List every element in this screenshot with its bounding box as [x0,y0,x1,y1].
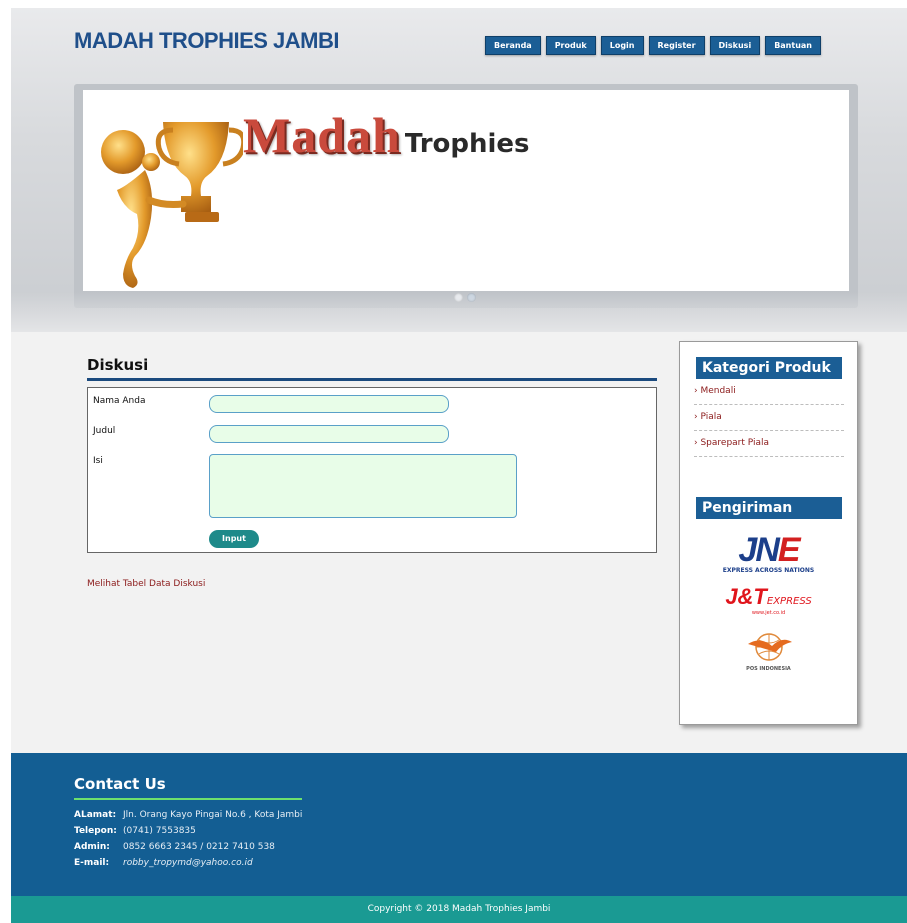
phone-key: Telepon: [74,826,117,836]
address-value: Jln. Orang Kayo Pingai No.6 , Kota Jambi [123,810,303,820]
pos-bird-icon [747,633,792,661]
contact-phone: Telepon: (0741) 7553835 [74,826,196,836]
slider-dot-2[interactable] [467,293,476,302]
nav-bantuan[interactable]: Bantuan [765,36,821,55]
jt-logo-sub: EXPRESS [766,596,812,607]
nav-login[interactable]: Login [600,36,644,55]
admin-key: Admin: [74,842,110,852]
jt-express-logo: J&TEXPRESS www.jet.co.id [680,584,857,616]
header: MADAH TROPHIES JAMBI Beranda Produk Logi… [11,8,907,332]
content-textarea[interactable] [209,454,517,518]
nav-beranda[interactable]: Beranda [485,36,541,55]
main-nav: Beranda Produk Login Register Diskusi Ba… [485,36,821,55]
contact-email: E-mail: robby_tropymd@yahoo.co.id [74,858,253,868]
title-label: Judul [93,426,116,436]
copyright-bar: Copyright © 2018 Madah Trophies Jambi [11,896,907,923]
email-key: E-mail: [74,858,110,868]
site-title[interactable]: MADAH TROPHIES JAMBI [74,28,340,54]
nav-produk[interactable]: Produk [545,36,596,55]
sidebar: Kategori Produk › Mendali › Piala › Spar… [679,341,858,725]
title-divider [87,378,657,381]
page: MADAH TROPHIES JAMBI Beranda Produk Logi… [11,8,907,923]
phone-value: (0741) 7553835 [123,826,196,836]
input-button[interactable]: Input [209,530,259,548]
jt-url: www.jet.co.id [751,610,786,616]
contact-admin: Admin: 0852 6663 2345 / 0212 7410 538 [74,842,275,852]
category-mendali[interactable]: › Mendali [694,379,844,405]
content-label: Isi [93,456,103,466]
jt-logo-text: J&T [725,584,767,609]
banner-slider-frame: Madah Trophies [74,84,858,308]
address-key: ALamat: [74,810,117,820]
trophy-icon [101,122,243,288]
banner-slider: Madah Trophies [83,90,849,291]
email-value[interactable]: robby_tropymd@yahoo.co.id [123,858,253,868]
shipping-heading: Pengiriman [696,497,842,519]
contact-divider [74,798,302,800]
page-title: Diskusi [87,356,149,374]
jne-logo-text: JN [738,531,779,569]
banner-brand-big: Madah [243,107,401,163]
discussion-form: Nama Anda Judul Isi Input [87,387,657,553]
banner-logo-text: Madah Trophies [243,106,530,164]
jne-logo-e: E [777,531,801,569]
category-piala[interactable]: › Piala [694,405,844,431]
name-label: Nama Anda [93,396,146,406]
contact-heading: Contact Us [74,775,166,793]
view-discussion-table-link[interactable]: Melihat Tabel Data Diskusi [87,579,657,589]
slider-dot-1[interactable] [454,293,463,302]
pos-indonesia-logo: POS INDONESIA [680,632,857,672]
nav-register[interactable]: Register [648,36,705,55]
title-input[interactable] [209,425,449,443]
main-content: Diskusi Nama Anda Judul Isi Input Meliha… [87,356,657,589]
pos-logo-text: POS INDONESIA [746,666,791,672]
footer: Contact Us ALamat: Jln. Orang Kayo Pingai… [11,753,907,896]
contact-address: ALamat: Jln. Orang Kayo Pingai No.6 , Kot… [74,810,302,820]
banner-brand-small: Trophies [404,129,530,159]
categories-heading: Kategori Produk [696,357,842,379]
name-input[interactable] [209,395,449,413]
slider-dots [454,293,476,302]
admin-value: 0852 6663 2345 / 0212 7410 538 [123,842,275,852]
nav-diskusi[interactable]: Diskusi [709,36,761,55]
jne-logo: JNE EXPRESS ACROSS NATIONS [680,533,857,574]
category-sparepart-piala[interactable]: › Sparepart Piala [694,431,844,457]
jne-tagline: EXPRESS ACROSS NATIONS [722,567,815,574]
